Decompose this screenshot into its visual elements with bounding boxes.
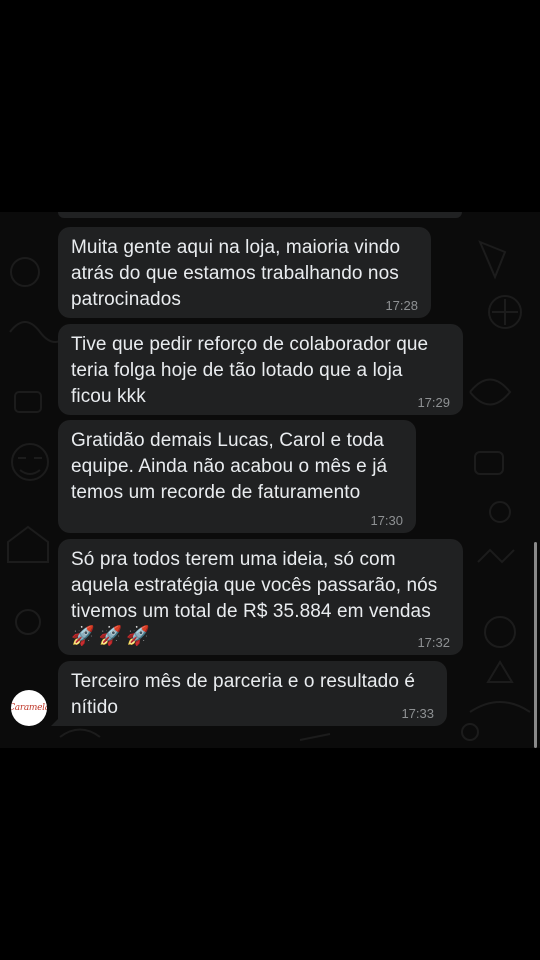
message-text: Tive que pedir reforço de colaborador qu… [71,334,429,407]
chat-area[interactable]: Muita gente aqui na loja, maioria vindo … [0,212,540,748]
previous-message-bubble-partial [58,212,462,218]
message-bubble[interactable]: Muita gente aqui na loja, maioria vindo … [58,227,431,318]
rocket-emoji-row: 🚀🚀🚀 [71,626,154,647]
message-time: 17:32 [417,635,450,650]
bubble-tail [51,716,61,726]
avatar[interactable]: Caramela [11,690,47,726]
message-bubble[interactable]: Tive que pedir reforço de colaborador qu… [58,324,463,415]
message-bubble[interactable]: Gratidão demais Lucas, Carol e toda equi… [58,420,416,533]
message-time: 17:29 [417,395,450,410]
scrollbar[interactable] [534,542,537,748]
message-text: Muita gente aqui na loja, maioria vindo … [71,237,401,310]
message-bubble[interactable]: Terceiro mês de parceria e o resultado é… [51,661,447,726]
message-text: Só pra todos terem uma ideia, só com aqu… [71,549,438,622]
message-bubble[interactable]: Só pra todos terem uma ideia, só com aqu… [58,539,463,655]
message-text: Gratidão demais Lucas, Carol e toda equi… [71,430,388,503]
message-time: 17:30 [370,513,403,528]
message-time: 17:33 [401,706,434,721]
brand-logo-icon: Caramela [11,703,47,713]
message-text: Terceiro mês de parceria e o resultado é… [71,671,416,718]
message-time: 17:28 [385,298,418,313]
